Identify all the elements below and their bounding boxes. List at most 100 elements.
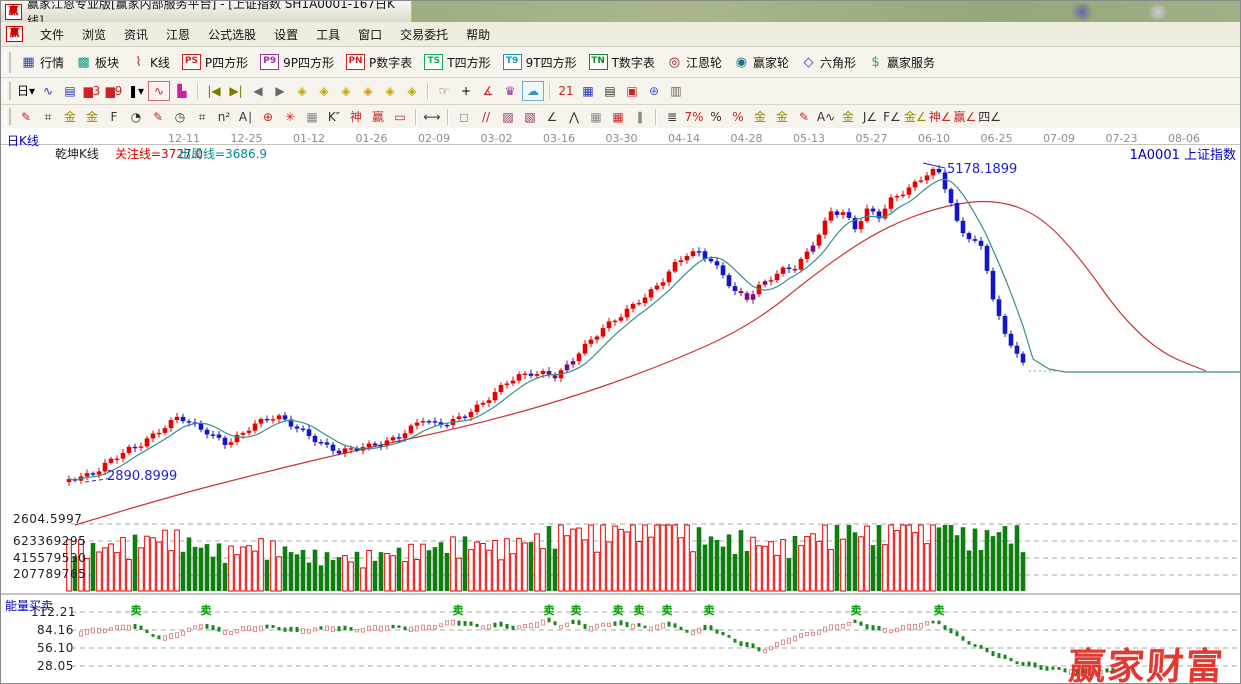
hand-icon[interactable]: ☞ — [434, 82, 454, 100]
span-icon[interactable]: ⟷ — [422, 108, 442, 126]
calendar-icon[interactable]: 21 — [556, 82, 576, 100]
menu-0[interactable]: 文件 — [31, 23, 73, 46]
toolbar-grip[interactable] — [4, 82, 11, 100]
n2-icon[interactable]: n² — [214, 108, 234, 126]
menu-7[interactable]: 窗口 — [349, 23, 391, 46]
sectors-button[interactable]: ▩板块 — [70, 52, 125, 73]
gold-underline-icon[interactable]: 金 — [838, 108, 858, 126]
percent-underline-icon[interactable]: % — [728, 108, 748, 126]
si-angle-icon[interactable]: 四∠ — [978, 108, 1001, 126]
p9-square-button[interactable]: P99P四方形 — [254, 52, 340, 73]
menu-5[interactable]: 设置 — [265, 23, 307, 46]
first-page-icon[interactable]: |◀ — [204, 82, 224, 100]
save-icon[interactable]: ▣ — [622, 82, 642, 100]
k-mark-icon[interactable]: K″ — [324, 108, 344, 126]
ying-angle-icon[interactable]: 赢∠ — [954, 108, 977, 126]
compass-pen-icon[interactable]: ✎ — [16, 108, 36, 126]
brain-tool-icon[interactable]: ☁ — [522, 81, 544, 101]
circle-cross-icon[interactable]: ⊕ — [258, 108, 278, 126]
chart-area[interactable]: 日K线 乾坤K线 关注线=3727.0 出局线=3686.9 1A0001 上证… — [1, 128, 1241, 684]
kline-button[interactable]: ⌇K线 — [125, 52, 176, 73]
star-grid-icon[interactable]: ✳ — [280, 108, 300, 126]
angle-measure-icon[interactable]: ∡ — [478, 82, 498, 100]
gold-circle-icon[interactable]: 金 — [750, 108, 770, 126]
zigzag-icon[interactable]: ⋀ — [564, 108, 584, 126]
shen-angle-icon[interactable]: 神∠ — [929, 108, 952, 126]
f-angle-icon[interactable]: F∠ — [882, 108, 902, 126]
menu-1[interactable]: 浏览 — [73, 23, 115, 46]
crosshair-icon[interactable]: + — [456, 82, 476, 100]
qiankun-pattern-icon[interactable]: ∿ — [38, 82, 58, 100]
menu-2[interactable]: 资讯 — [115, 23, 157, 46]
notes-icon[interactable]: ▤ — [60, 82, 80, 100]
t-number-button[interactable]: TNT数字表 — [583, 52, 661, 73]
gann-right-icon[interactable]: ◈ — [314, 82, 334, 100]
spiral-icon[interactable]: ◔ — [126, 108, 146, 126]
ying-icon[interactable]: 赢 — [368, 108, 388, 126]
fan-box-icon[interactable]: ▨ — [498, 108, 518, 126]
winner-service-button[interactable]: $赢家服务 — [862, 52, 941, 73]
parallel-lines-icon[interactable]: ∥ — [630, 108, 650, 126]
t9-square-button[interactable]: T99T四方形 — [497, 52, 583, 73]
box-fan-icon[interactable]: ▧ — [520, 108, 540, 126]
quotes-button[interactable]: ▦行情 — [15, 52, 70, 73]
period-day-dropdown[interactable]: 日▾ — [16, 82, 36, 100]
export-web-icon[interactable]: ⊕ — [644, 82, 664, 100]
angle-lines-icon[interactable]: ∠ — [542, 108, 562, 126]
pattern-red-icon[interactable]: ∿ — [148, 81, 170, 101]
gold-angle-icon[interactable]: 金∠ — [904, 108, 927, 126]
box-grid-icon[interactable]: ▦ — [302, 108, 322, 126]
fan-lines-icon[interactable]: // — [476, 108, 496, 126]
gann-expand-icon[interactable]: ◈ — [336, 82, 356, 100]
gold-comb2-icon[interactable]: 金 — [82, 108, 102, 126]
menu-6[interactable]: 工具 — [307, 23, 349, 46]
gann-left-icon[interactable]: ◈ — [292, 82, 312, 100]
square-tool-icon[interactable]: ◻ — [454, 108, 474, 126]
gann-star-icon[interactable]: ◈ — [380, 82, 400, 100]
last-page-icon[interactable]: ▶| — [226, 82, 246, 100]
a-wave-icon[interactable]: A∿ — [816, 108, 836, 126]
toolbar-grip[interactable] — [4, 108, 11, 124]
pane-period-label[interactable]: 日K线 — [7, 132, 39, 149]
gann-wheel-button[interactable]: ◎江恩轮 — [661, 52, 728, 73]
red-pen-icon[interactable]: ✎ — [148, 108, 168, 126]
menu-3[interactable]: 江恩 — [157, 23, 199, 46]
a-channel-icon[interactable]: A∣ — [236, 108, 256, 126]
p-number-button[interactable]: PNP数字表 — [340, 52, 418, 73]
next-icon[interactable]: ▶ — [270, 82, 290, 100]
bars-3-icon[interactable]: ▆3 — [82, 82, 102, 100]
menu-8[interactable]: 交易委托 — [391, 23, 457, 46]
toolbar-grip[interactable] — [4, 52, 11, 73]
send-pc-icon[interactable]: ▥ — [666, 82, 686, 100]
gold-comb-icon[interactable]: 金 — [60, 108, 80, 126]
candle-style-dropdown[interactable]: ❚▾ — [126, 82, 146, 100]
clock-icon[interactable]: ◷ — [170, 108, 190, 126]
grid-arrow-icon[interactable]: ▦ — [608, 108, 628, 126]
menu-4[interactable]: 公式选股 — [199, 23, 265, 46]
shen-icon[interactable]: 神 — [346, 108, 366, 126]
bars-9-icon[interactable]: ▆9 — [104, 82, 124, 100]
grid-comb-icon[interactable]: ⌗ — [38, 108, 58, 126]
f-comb-icon[interactable]: F — [104, 108, 124, 126]
gann-grid-icon[interactable]: ▦ — [586, 108, 606, 126]
j-angle-icon[interactable]: J∠ — [860, 108, 880, 126]
percent-icon[interactable]: % — [706, 108, 726, 126]
menu-9[interactable]: 帮助 — [457, 23, 499, 46]
price-ruler-icon[interactable]: ▭ — [390, 108, 410, 126]
gann-claw-icon[interactable]: ♛ — [500, 82, 520, 100]
kline-chart-canvas[interactable] — [1, 128, 1241, 684]
gold-line-icon[interactable]: 金 — [772, 108, 792, 126]
gann-cross-icon[interactable]: ◈ — [358, 82, 378, 100]
hexagon-button[interactable]: ◇六角形 — [795, 52, 862, 73]
winner-wheel-button[interactable]: ◉赢家轮 — [728, 52, 795, 73]
percent-line7-icon[interactable]: 7% — [684, 108, 704, 126]
stats-column-icon[interactable]: ≣ — [662, 108, 682, 126]
report-icon[interactable]: ▤ — [600, 82, 620, 100]
p-square-button[interactable]: PSP四方形 — [176, 52, 254, 73]
marker-pen-icon[interactable]: ✎ — [794, 108, 814, 126]
t-square-button[interactable]: TST四方形 — [418, 52, 496, 73]
gann-move-icon[interactable]: ◈ — [402, 82, 422, 100]
prev-icon[interactable]: ◀ — [248, 82, 268, 100]
comb2-icon[interactable]: ⌗ — [192, 108, 212, 126]
histogram-icon[interactable]: ▙ — [172, 82, 192, 100]
